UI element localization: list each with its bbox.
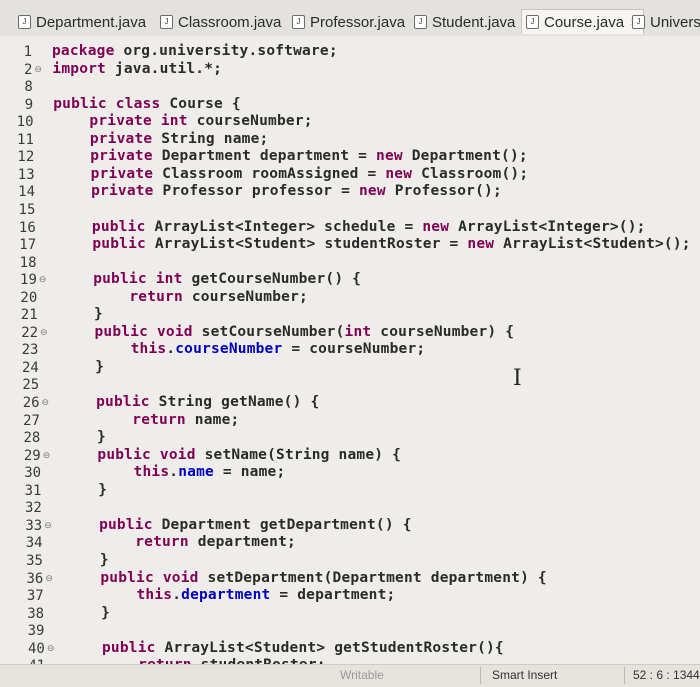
java-file-icon: J <box>160 15 173 29</box>
code-editor[interactable]: 1 package org.university.software; 2 ⊖ impor… <box>0 36 700 674</box>
code-line[interactable]: } <box>65 605 110 621</box>
code-line[interactable]: } <box>60 359 105 375</box>
code-line[interactable]: public Department getDepartment() { <box>63 517 411 533</box>
line-number: 24 <box>21 359 39 376</box>
line-number: 34 <box>25 535 43 552</box>
fold-toggle-icon[interactable]: ⊖ <box>34 65 42 75</box>
code-line[interactable]: return department; <box>64 534 296 550</box>
code-line[interactable]: } <box>63 482 108 498</box>
code-line[interactable]: public ArrayList<Student> studentRoster … <box>57 236 691 252</box>
code-line[interactable]: private Department department = new Depa… <box>55 148 528 164</box>
line-number: 25 <box>22 377 40 394</box>
line-number: 29 <box>23 447 41 464</box>
text-cursor-icon: I <box>513 366 522 391</box>
line-number: 19 <box>20 272 37 289</box>
line-number: 33 <box>25 517 43 534</box>
code-line[interactable]: public void setName(String name) { <box>62 447 401 463</box>
code-line[interactable]: this.department = department; <box>65 587 395 603</box>
tab-department-java[interactable]: J Department.java <box>18 12 146 32</box>
line-number: 37 <box>26 588 44 605</box>
line-number: 20 <box>20 289 38 306</box>
code-line[interactable]: } <box>58 306 103 322</box>
fold-toggle-icon[interactable]: ⊖ <box>44 521 52 531</box>
line-number: 38 <box>27 605 45 622</box>
status-bar: Writable Smart Insert 52 : 6 : 1344 <box>0 664 700 687</box>
code-line[interactable]: return name; <box>61 412 240 428</box>
line-number: 1 <box>23 44 32 60</box>
line-number: 17 <box>19 237 37 254</box>
line-number: 13 <box>17 166 35 183</box>
fold-toggle-icon[interactable]: ⊖ <box>43 451 51 461</box>
line-number: 14 <box>18 184 36 201</box>
tab-university-java[interactable]: J University <box>632 12 700 32</box>
code-line[interactable]: public ArrayList<Student> getStudentRost… <box>66 640 504 656</box>
code-line[interactable]: } <box>61 429 106 445</box>
line-number: 32 <box>24 500 42 517</box>
code-line[interactable]: } <box>64 552 109 568</box>
tab-label: Classroom.java <box>178 13 282 31</box>
tab-label: Course.java <box>544 13 625 31</box>
status-cursor-position: 52 : 6 : 1344 <box>633 668 700 682</box>
code-line[interactable]: this.name = name; <box>62 464 286 480</box>
status-writable: Writable <box>340 668 384 682</box>
line-number: 39 <box>27 623 45 640</box>
code-line[interactable]: public ArrayList<Integer> schedule = new… <box>56 219 645 235</box>
line-number: 16 <box>18 219 36 236</box>
tab-student-java[interactable]: J Student.java <box>414 12 515 32</box>
line-number: 22 <box>21 324 39 341</box>
line-number: 12 <box>17 149 35 166</box>
code-line[interactable]: this.courseNumber = courseNumber; <box>59 341 426 357</box>
code-line[interactable]: return courseNumber; <box>58 289 308 305</box>
line-number: 23 <box>21 342 39 359</box>
tab-course-java[interactable]: J Course.java ✕ <box>521 9 645 34</box>
line-number: 9 <box>24 96 34 113</box>
line-number: 36 <box>26 570 44 587</box>
code-line[interactable]: public void setDepartment(Department dep… <box>65 570 547 586</box>
java-file-icon: J <box>292 15 305 29</box>
code-line[interactable]: package org.university.software; <box>52 43 338 59</box>
java-file-icon: J <box>18 15 31 29</box>
fold-toggle-icon[interactable]: ⊖ <box>39 275 47 285</box>
tab-label: Department.java <box>36 13 147 31</box>
editor-tab-bar: J Department.java J Classroom.java J Pro… <box>0 0 700 37</box>
status-divider <box>624 667 625 684</box>
line-number: 11 <box>17 131 34 148</box>
fold-toggle-icon[interactable]: ⊖ <box>45 574 53 584</box>
fold-toggle-icon[interactable]: ⊖ <box>40 328 48 338</box>
code-line[interactable]: public class Course { <box>53 96 241 112</box>
fold-toggle-icon[interactable]: ⊖ <box>42 398 50 408</box>
tab-classroom-java[interactable]: J Classroom.java <box>160 12 281 32</box>
line-number: 27 <box>23 412 40 429</box>
code-line[interactable]: import java.util.*; <box>52 61 222 77</box>
line-number: 10 <box>16 114 34 131</box>
code-line[interactable]: private String name; <box>54 131 268 147</box>
line-number: 31 <box>24 482 42 499</box>
tab-label: Student.java <box>432 13 516 31</box>
code-line[interactable]: public void setCourseNumber(int courseNu… <box>59 324 515 340</box>
java-file-icon: J <box>526 15 539 29</box>
status-insert-mode: Smart Insert <box>492 668 558 682</box>
code-line[interactable]: private Classroom roomAssigned = new Cla… <box>55 166 528 182</box>
code-line[interactable]: private Professor professor = new Profes… <box>55 183 502 199</box>
line-number: 2 <box>23 61 33 78</box>
tab-label: Professor.java <box>310 13 406 31</box>
fold-toggle-icon[interactable]: ⊖ <box>47 644 55 654</box>
tab-label: University <box>650 13 700 31</box>
code-line[interactable]: public String getName() { <box>60 394 319 410</box>
line-number: 15 <box>18 201 36 218</box>
status-divider <box>480 667 481 684</box>
line-number: 26 <box>22 395 40 411</box>
line-number: 30 <box>24 465 42 482</box>
code-line[interactable]: private int courseNumber; <box>54 113 313 129</box>
line-number: 35 <box>26 552 43 569</box>
line-number: 18 <box>19 254 37 271</box>
line-number: 28 <box>23 430 41 447</box>
tab-professor-java[interactable]: J Professor.java <box>292 12 405 32</box>
code-line[interactable]: public int getCourseNumber() { <box>57 271 361 287</box>
line-number: 21 <box>20 307 38 324</box>
line-number: 40 <box>27 640 45 657</box>
line-number: 8 <box>24 79 33 96</box>
java-file-icon: J <box>632 15 645 29</box>
java-file-icon: J <box>414 15 427 29</box>
